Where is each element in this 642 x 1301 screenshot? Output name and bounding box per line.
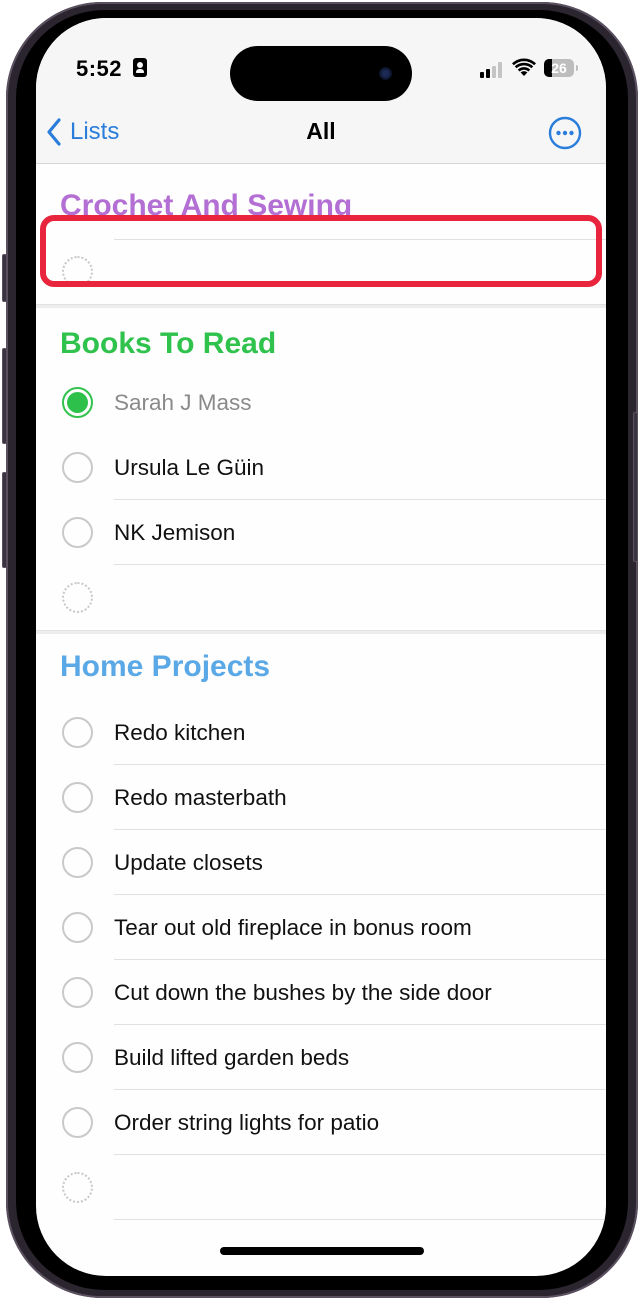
item-label[interactable]: Cut down the bushes by the side door: [114, 960, 492, 1025]
checkbox[interactable]: [62, 452, 93, 483]
section-title[interactable]: Home Projects: [36, 634, 606, 700]
section-title[interactable]: Books To Read: [36, 308, 606, 370]
item-label[interactable]: Tear out old fireplace in bonus room: [114, 895, 472, 960]
cellular-signal-icon: [480, 62, 506, 78]
list-item[interactable]: Redo masterbath: [36, 765, 606, 830]
screen: 5:52 26 Lists All Crochet And Sewing Boo…: [36, 18, 606, 1276]
item-label[interactable]: Redo kitchen: [114, 700, 245, 765]
list-item[interactable]: Sarah J Mass: [36, 370, 606, 435]
navigation-bar: Lists All: [36, 104, 606, 164]
battery-icon: 26: [544, 59, 574, 77]
item-label[interactable]: Ursula Le Güin: [114, 435, 264, 500]
list-item[interactable]: Update closets: [36, 830, 606, 895]
list-item[interactable]: Order string lights for patio: [36, 1090, 606, 1155]
item-label[interactable]: Build lifted garden beds: [114, 1025, 349, 1090]
checkbox[interactable]: [62, 847, 93, 878]
list-item[interactable]: Tear out old fireplace in bonus room: [36, 895, 606, 960]
checkbox[interactable]: [62, 912, 93, 943]
status-time: 5:52: [76, 56, 123, 81]
power-button: [633, 412, 638, 562]
completed-checkbox[interactable]: [62, 387, 93, 418]
new-item-circle-icon[interactable]: [62, 256, 93, 287]
wifi-icon: [512, 58, 536, 76]
checkbox[interactable]: [62, 977, 93, 1008]
item-label[interactable]: Redo masterbath: [114, 765, 287, 830]
list-item[interactable]: Redo kitchen: [36, 700, 606, 765]
new-item-row[interactable]: [36, 565, 606, 630]
checkbox[interactable]: [62, 1107, 93, 1138]
list-item[interactable]: NK Jemison: [36, 500, 606, 565]
camera-icon: [379, 67, 392, 80]
section-home-projects: Home Projects Redo kitchen Redo masterba…: [36, 634, 606, 1220]
list-item[interactable]: Ursula Le Güin: [36, 435, 606, 500]
new-item-circle-icon[interactable]: [62, 582, 93, 613]
status-bar: 5:52 26: [36, 18, 606, 118]
new-item-row[interactable]: [36, 1155, 606, 1220]
action-button: [2, 254, 7, 302]
home-indicator[interactable]: [220, 1247, 424, 1255]
section-books-to-read: Books To Read Sarah J Mass Ursula Le Güi…: [36, 308, 606, 630]
item-label[interactable]: NK Jemison: [114, 500, 235, 565]
item-label[interactable]: Update closets: [114, 830, 263, 895]
volume-down-button: [2, 472, 7, 568]
list-item[interactable]: Cut down the bushes by the side door: [36, 960, 606, 1025]
checkbox[interactable]: [62, 782, 93, 813]
more-options-icon[interactable]: [548, 116, 582, 150]
checkbox[interactable]: [62, 717, 93, 748]
list-item[interactable]: Build lifted garden beds: [36, 1025, 606, 1090]
item-label[interactable]: Order string lights for patio: [114, 1090, 379, 1155]
section-title[interactable]: Crochet And Sewing: [36, 165, 606, 239]
new-item-circle-icon[interactable]: [62, 1172, 93, 1203]
volume-up-button: [2, 348, 7, 444]
page-title: All: [306, 118, 336, 144]
dynamic-island: [230, 46, 412, 101]
battery-cap: [576, 65, 578, 71]
new-item-row[interactable]: [36, 239, 606, 304]
contact-card-icon: [133, 58, 147, 77]
item-label[interactable]: Sarah J Mass: [114, 370, 252, 435]
section-crochet-and-sewing: Crochet And Sewing: [36, 165, 606, 304]
battery-level: 26: [551, 60, 567, 76]
reminders-list: Crochet And Sewing Books To Read Sarah J…: [36, 165, 606, 1220]
checkbox[interactable]: [62, 517, 93, 548]
checkbox[interactable]: [62, 1042, 93, 1073]
